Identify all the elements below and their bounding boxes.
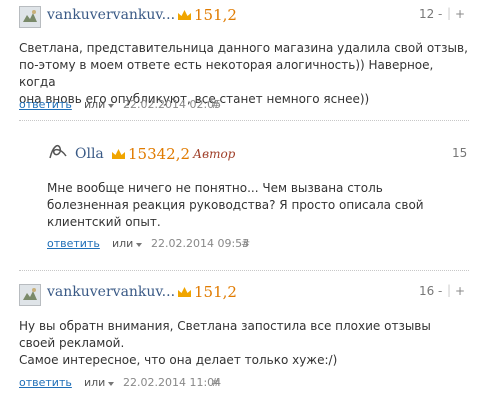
divider — [19, 120, 469, 121]
crown-icon — [178, 10, 191, 20]
author-name[interactable]: vankuvervankuv... — [47, 284, 175, 300]
comment-reply: Olla 15342,2 Автор 15 Мне вообще ничего … — [0, 125, 477, 250]
comment-text: Ну вы обратн внимания, Светлана запостил… — [19, 319, 431, 367]
comment-date: 22.02.2014 02:05 — [123, 98, 222, 111]
user-rating: 151,2 — [194, 283, 237, 301]
vote-up-button[interactable]: + — [455, 284, 465, 298]
author-badge: Автор — [193, 147, 236, 161]
author-name[interactable]: vankuvervankuv... — [47, 7, 175, 23]
dropdown-arrow-icon[interactable] — [136, 243, 142, 247]
crown-icon — [112, 149, 125, 159]
permalink[interactable]: # — [241, 237, 250, 250]
user-rating: 15342,2 — [128, 145, 191, 163]
permalink[interactable]: # — [211, 376, 220, 389]
reply-link[interactable]: ответить — [19, 98, 72, 111]
comment-date: 22.02.2014 11:04 — [123, 376, 222, 389]
user-rating: 151,2 — [194, 6, 237, 24]
comment-text: Мне вообще ничего не понятно... Чем вызв… — [47, 181, 424, 229]
comment-score: 15 — [452, 146, 468, 160]
vote-separator: | — [447, 283, 452, 297]
comment-score: 12 — [419, 7, 435, 21]
divider — [19, 270, 469, 271]
vote-separator: | — [447, 6, 452, 20]
dropdown-arrow-icon[interactable] — [108, 104, 114, 108]
avatar[interactable] — [19, 6, 41, 28]
comment: vankuvervankuv... 151,2 16 - | + Ну вы о… — [0, 270, 477, 406]
permalink[interactable]: # — [211, 98, 220, 111]
avatar[interactable] — [47, 140, 69, 162]
comment-score: 16 — [419, 284, 435, 298]
or-menu-label[interactable]: или — [84, 376, 105, 389]
avatar-image-icon — [20, 285, 40, 305]
signature-avatar-icon — [49, 145, 67, 159]
vote-up-button[interactable]: + — [455, 7, 465, 21]
vote-down-button[interactable]: - — [438, 7, 442, 21]
crown-icon — [178, 287, 191, 297]
dropdown-arrow-icon[interactable] — [108, 382, 114, 386]
reply-link[interactable]: ответить — [19, 376, 72, 389]
avatar-image-icon — [20, 7, 40, 27]
avatar[interactable] — [19, 284, 41, 306]
reply-link[interactable]: ответить — [47, 237, 100, 250]
or-menu-label[interactable]: или — [84, 98, 105, 111]
vote-down-button[interactable]: - — [438, 284, 442, 298]
comment: vankuvervankuv... 151,2 12 - | + Светлан… — [0, 0, 477, 125]
or-menu-label[interactable]: или — [112, 237, 133, 250]
comment-date: 22.02.2014 09:53 — [151, 237, 250, 250]
author-name[interactable]: Olla — [75, 146, 104, 162]
